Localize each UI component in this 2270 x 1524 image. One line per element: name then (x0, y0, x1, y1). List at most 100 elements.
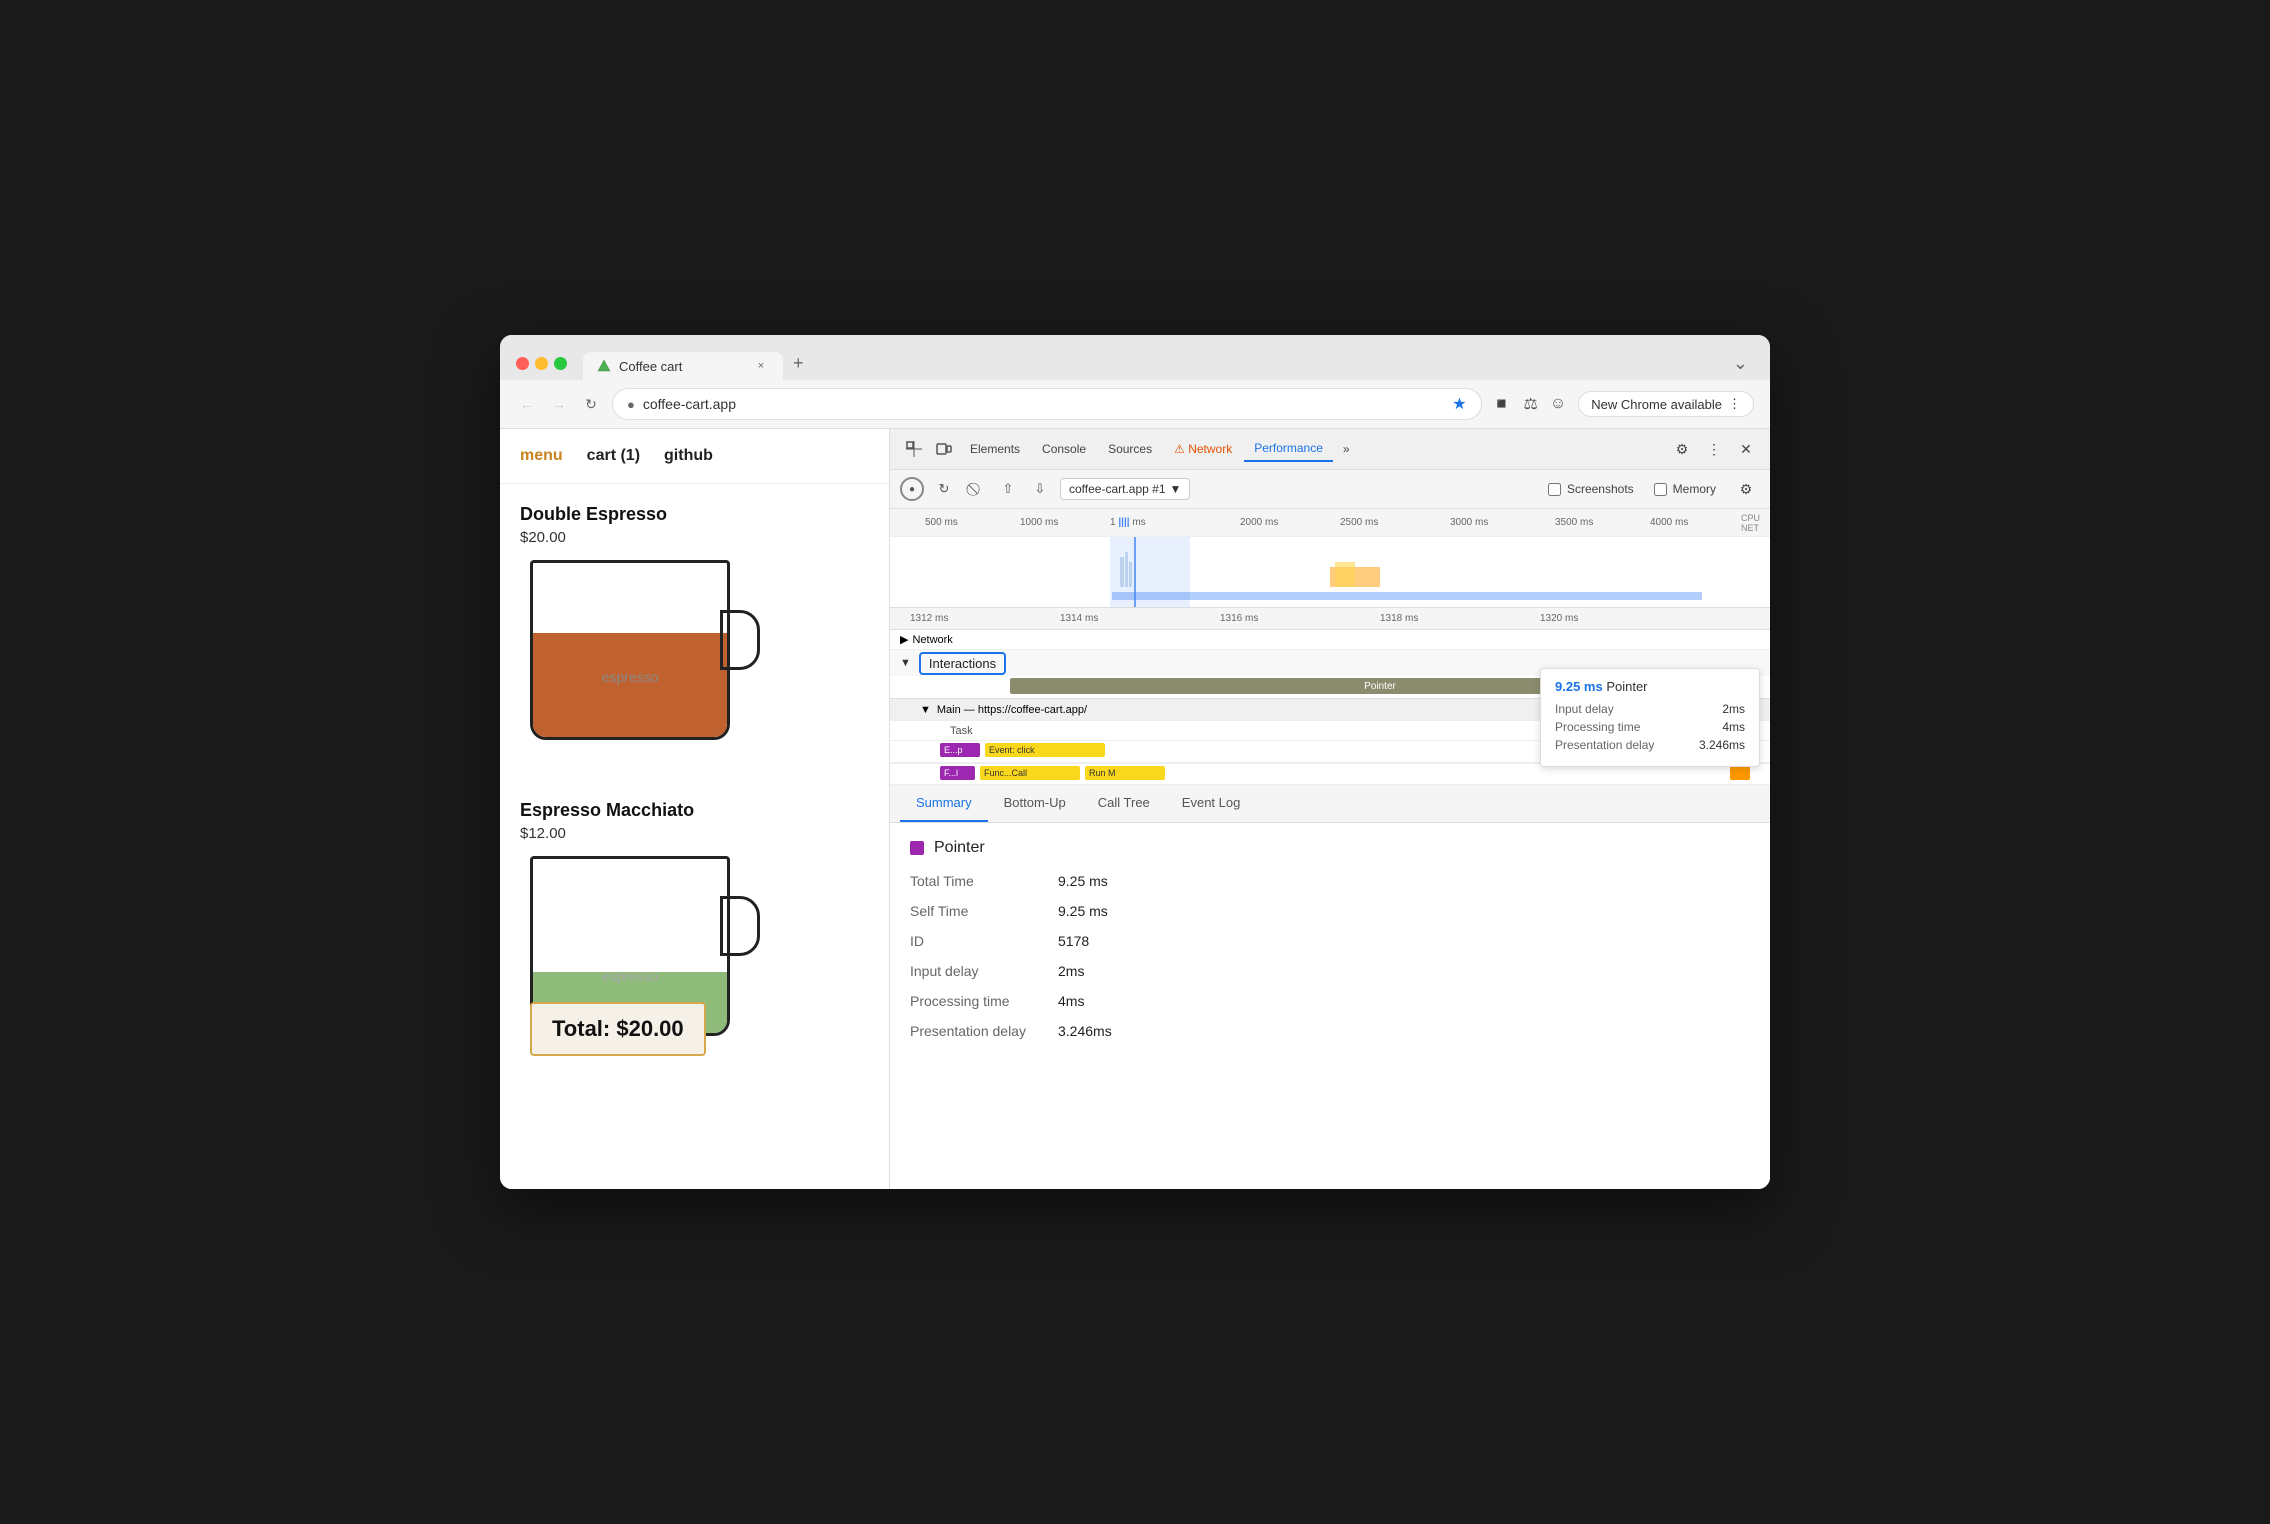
network-row: ▶ Network (890, 630, 1770, 650)
maximize-traffic-light[interactable] (554, 357, 567, 370)
product-price-2: $12.00 (520, 825, 869, 842)
bottom-tabs: Summary Bottom-Up Call Tree Event Log (890, 785, 1770, 823)
reload-button[interactable]: ↻ (580, 393, 602, 415)
cpu-label: CPU (1741, 513, 1760, 523)
tab-event-log[interactable]: Event Log (1166, 785, 1257, 822)
app-panel: menu cart (1) github Double Espresso $20… (500, 429, 890, 1189)
close-traffic-light[interactable] (516, 357, 529, 370)
new-chrome-button[interactable]: New Chrome available ⋮ (1578, 391, 1754, 417)
tab-bar: Coffee cart × + ⌄ (583, 347, 1754, 380)
cup-label-2: espresso (602, 968, 659, 984)
summary-value-self-time: 9.25 ms (1058, 903, 1108, 919)
record-button[interactable]: ● (900, 477, 924, 501)
nav-menu[interactable]: menu (520, 447, 563, 465)
nav-cart[interactable]: cart (1) (587, 447, 640, 465)
summary-value-id: 5178 (1058, 933, 1089, 949)
product-item-1: Double Espresso $20.00 espresso (520, 504, 869, 780)
minimize-traffic-light[interactable] (535, 357, 548, 370)
task-bar-func-call[interactable]: Func...Call (980, 766, 1080, 780)
title-bar: Coffee cart × + ⌄ (500, 335, 1770, 380)
detail-ms-1320: 1320 ms (1540, 613, 1578, 624)
labs-icon[interactable]: ⚖ (1524, 394, 1538, 414)
main-thread-label: Main — https://coffee-cart.app/ (937, 704, 1087, 716)
summary-label-id: ID (910, 933, 1050, 949)
main-thread-expand[interactable]: ▼ (920, 704, 931, 716)
interaction-tooltip: 9.25 ms Pointer Input delay 2ms Processi… (1540, 668, 1760, 767)
summary-title-row: Pointer (910, 839, 1750, 857)
summary-row-self-time: Self Time 9.25 ms (910, 903, 1750, 919)
summary-row-presentation: Presentation delay 3.246ms (910, 1023, 1750, 1039)
timeline-ruler: 500 ms 1000 ms 1 |||| ms 2000 ms 2500 ms… (890, 509, 1770, 537)
settings-button[interactable]: ⚙ (1668, 435, 1696, 463)
summary-panel: Pointer Total Time 9.25 ms Self Time 9.2… (890, 823, 1770, 1189)
interactions-expand-toggle[interactable]: ▼ (900, 657, 911, 669)
task-bar-end-orange[interactable] (1730, 766, 1750, 780)
back-button[interactable]: ← (516, 393, 538, 415)
memory-checkbox[interactable] (1654, 483, 1667, 496)
device-toolbar-button[interactable] (930, 435, 958, 463)
summary-label-processing: Processing time (910, 993, 1050, 1009)
forward-button[interactable]: → (548, 393, 570, 415)
tab-call-tree[interactable]: Call Tree (1082, 785, 1166, 822)
tooltip-processing-label: Processing time (1555, 720, 1685, 734)
ruler-tick-4000: 4000 ms (1650, 517, 1688, 528)
timeline-chart[interactable] (890, 537, 1770, 607)
ruler-tick-1000: 1000 ms (1020, 517, 1058, 528)
product-item-2: Espresso Macchiato $12.00 espresso Total… (520, 800, 869, 1056)
tooltip-presentation-label: Presentation delay (1555, 738, 1685, 752)
coffee-cup-1[interactable]: espresso (520, 560, 760, 780)
upload-profile-button[interactable]: ⇧ (996, 477, 1020, 501)
cpu-net-labels: CPU NET (1741, 513, 1760, 533)
inspect-element-button[interactable] (900, 435, 928, 463)
new-tab-button[interactable]: + (783, 347, 814, 380)
interaction-bar-container: Pointer 9.25 ms Pointer Input delay 2ms … (890, 676, 1770, 698)
detail-ms-1312: 1312 ms (910, 613, 948, 624)
ruler-tick-3000: 3000 ms (1450, 517, 1488, 528)
download-profile-button[interactable]: ⇩ (1028, 477, 1052, 501)
close-devtools-button[interactable]: ✕ (1732, 435, 1760, 463)
more-settings-button[interactable]: ⚙ (1732, 475, 1760, 503)
active-tab[interactable]: Coffee cart × (583, 352, 783, 380)
nav-github[interactable]: github (664, 447, 713, 465)
task-bar-run-m[interactable]: Run M (1085, 766, 1165, 780)
tab-title: Coffee cart (619, 359, 682, 374)
main-content: menu cart (1) github Double Espresso $20… (500, 429, 1770, 1189)
tab-network[interactable]: ⚠ Network (1164, 437, 1242, 461)
clear-button[interactable]: ⃠ (964, 477, 988, 501)
more-tabs-button[interactable]: » (1335, 437, 1358, 461)
interactions-label[interactable]: Interactions (919, 652, 1006, 675)
tab-bottom-up[interactable]: Bottom-Up (988, 785, 1082, 822)
extensions-icon[interactable]: ◾ (1492, 394, 1512, 414)
tab-sources[interactable]: Sources (1098, 437, 1162, 461)
summary-label-self-time: Self Time (910, 903, 1050, 919)
tab-summary[interactable]: Summary (900, 785, 988, 822)
tab-performance[interactable]: Performance (1244, 436, 1333, 462)
task-bar-ep[interactable]: E...p (940, 743, 980, 757)
ruler-tick-500: 500 ms (925, 517, 958, 528)
url-bar[interactable]: ● coffee-cart.app ★ (612, 388, 1482, 420)
app-body: Double Espresso $20.00 espresso Espresso… (500, 484, 889, 1184)
reload-record-button[interactable]: ↻ (932, 477, 956, 501)
task-bar-event-click[interactable]: Event: click (985, 743, 1105, 757)
screenshots-label: Screenshots (1567, 482, 1634, 496)
session-selector[interactable]: coffee-cart.app #1 ▼ (1060, 478, 1190, 500)
ruler-tick-2000: 2000 ms (1240, 517, 1278, 528)
net-label: NET (1741, 523, 1760, 533)
tab-elements[interactable]: Elements (960, 437, 1030, 461)
tab-console[interactable]: Console (1032, 437, 1096, 461)
screenshots-checkbox[interactable] (1548, 483, 1561, 496)
more-options-button[interactable]: ⋮ (1700, 435, 1728, 463)
tab-close-button[interactable]: × (753, 358, 769, 374)
summary-label-total-time: Total Time (910, 873, 1050, 889)
summary-row-total-time: Total Time 9.25 ms (910, 873, 1750, 889)
tooltip-presentation-value: 3.246ms (1699, 738, 1745, 752)
coffee-cup-2[interactable]: espresso Total: $20.00 (520, 856, 760, 1056)
profile-icon[interactable]: ☺ (1550, 395, 1566, 413)
pointer-bar-label: Pointer (1364, 681, 1396, 692)
task-bar-fl[interactable]: F...l (940, 766, 975, 780)
summary-value-presentation: 3.246ms (1058, 1023, 1112, 1039)
cup-handle-2 (720, 896, 760, 956)
tab-menu-button[interactable]: ⌄ (1727, 347, 1754, 380)
bookmark-icon[interactable]: ★ (1452, 394, 1466, 414)
network-expand-toggle[interactable]: ▶ (900, 633, 908, 646)
